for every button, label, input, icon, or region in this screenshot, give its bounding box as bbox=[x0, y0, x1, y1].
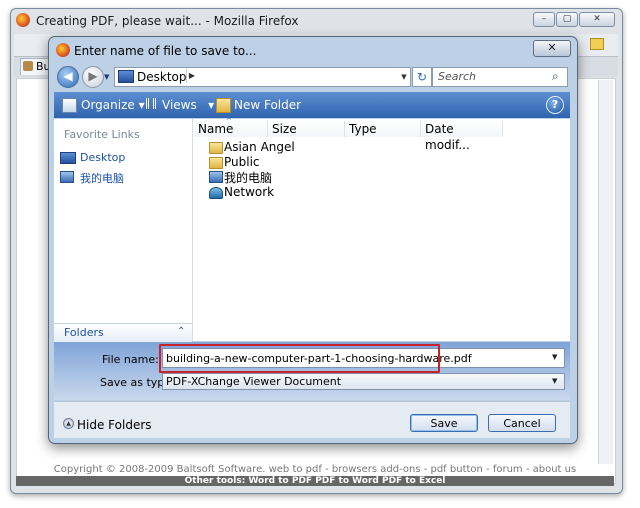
views-button[interactable]: Views ▾ bbox=[162, 98, 214, 112]
recent-pages-dropdown-icon[interactable]: ▼ bbox=[104, 73, 109, 81]
dialog-title: Enter name of file to save to... bbox=[74, 44, 257, 58]
page-footer-tools[interactable]: Other tools: Word to PDF PDF to Word PDF… bbox=[16, 476, 614, 486]
computer-icon bbox=[209, 171, 223, 183]
file-item-network[interactable]: Network bbox=[224, 185, 274, 199]
dialog-firefox-icon bbox=[56, 43, 70, 57]
dialog-close-button[interactable]: ✕ bbox=[533, 40, 571, 57]
views-icon bbox=[146, 98, 156, 109]
bookmark-icon[interactable] bbox=[590, 38, 604, 50]
favorite-links-heading: Favorite Links bbox=[64, 128, 140, 141]
new-folder-icon bbox=[216, 98, 231, 113]
hide-folders-button[interactable]: Hide Folders bbox=[77, 418, 152, 432]
file-item-asian-angel[interactable]: Asian Angel bbox=[224, 140, 295, 154]
organize-button[interactable]: Organize ▾ bbox=[81, 98, 145, 112]
address-dropdown-icon[interactable]: ▼ bbox=[398, 67, 411, 87]
cancel-button[interactable]: Cancel bbox=[488, 414, 556, 432]
sort-arrow-icon: ^ bbox=[226, 117, 232, 125]
file-name-label: File name: bbox=[102, 353, 159, 366]
folder-icon bbox=[209, 142, 223, 154]
file-item-computer[interactable]: 我的电脑 bbox=[224, 169, 272, 186]
computer-link-icon bbox=[60, 171, 74, 183]
organize-icon bbox=[62, 98, 77, 113]
network-icon bbox=[209, 187, 223, 199]
chevron-up-icon[interactable]: ⌃ bbox=[177, 326, 185, 337]
search-icon[interactable]: ⌕ bbox=[552, 69, 559, 84]
refresh-icon[interactable]: ↻ bbox=[412, 67, 432, 87]
maximize-button[interactable]: ▢ bbox=[556, 12, 578, 27]
address-location[interactable]: Desktop bbox=[137, 70, 187, 84]
folder-icon bbox=[209, 157, 223, 169]
firefox-logo-icon bbox=[16, 13, 30, 27]
file-name-highlight bbox=[159, 344, 440, 373]
nav-link-computer[interactable]: 我的电脑 bbox=[80, 170, 124, 186]
file-item-public[interactable]: Public bbox=[224, 155, 260, 169]
nav-link-desktop[interactable]: Desktop bbox=[80, 151, 125, 164]
page-footer-copyright: Copyright © 2008-2009 Baltsoft Software.… bbox=[53, 464, 577, 475]
desktop-link-icon bbox=[60, 152, 76, 164]
tab-favicon-icon bbox=[23, 61, 33, 71]
new-folder-button[interactable]: New Folder bbox=[234, 98, 301, 112]
breadcrumb-chevron-icon[interactable]: ▶ bbox=[186, 69, 197, 83]
forward-button[interactable]: ▶ bbox=[82, 66, 104, 88]
file-name-dropdown-icon[interactable]: ▼ bbox=[552, 353, 557, 361]
browser-scrollbar[interactable] bbox=[598, 80, 613, 464]
search-placeholder: Search bbox=[438, 70, 477, 83]
column-header-size[interactable]: Size bbox=[268, 121, 345, 137]
column-header-type[interactable]: Type bbox=[345, 121, 421, 137]
desktop-icon bbox=[118, 70, 134, 83]
chevron-up-icon[interactable]: ▲ bbox=[63, 418, 74, 429]
close-window-button[interactable]: ✕ bbox=[579, 12, 615, 27]
column-header-date-modified[interactable]: Date modif... bbox=[421, 121, 503, 152]
save-as-type-value[interactable]: PDF-XChange Viewer Document bbox=[166, 375, 341, 388]
help-icon[interactable]: ? bbox=[546, 96, 564, 114]
minimize-button[interactable]: – bbox=[533, 12, 555, 27]
back-button[interactable]: ◀ bbox=[57, 66, 79, 88]
browser-title: Creating PDF, please wait... - Mozilla F… bbox=[36, 14, 299, 28]
folders-label[interactable]: Folders bbox=[64, 326, 104, 339]
save-button[interactable]: Save bbox=[410, 414, 478, 432]
save-as-type-dropdown-icon[interactable]: ▼ bbox=[552, 377, 557, 385]
